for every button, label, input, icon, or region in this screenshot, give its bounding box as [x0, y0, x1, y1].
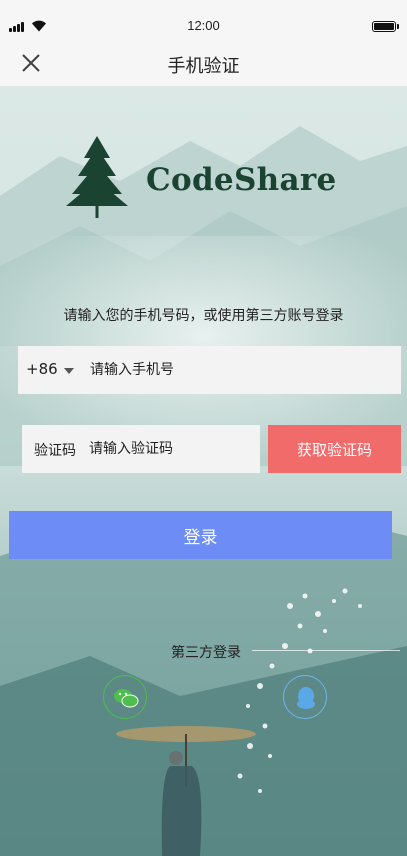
third-party-login-label: 第三方登录: [171, 645, 241, 661]
divider: [252, 650, 400, 651]
verification-code-label: 验证码: [34, 443, 76, 459]
brand-name: CodeShare: [146, 162, 337, 198]
qq-login-button[interactable]: [283, 675, 327, 719]
pine-tree-logo-icon: [66, 136, 128, 218]
get-code-button[interactable]: 获取验证码: [268, 425, 401, 473]
phone-input[interactable]: [90, 346, 390, 394]
page-title: 手机验证: [167, 56, 240, 77]
phone-field-row: +86: [18, 346, 401, 394]
wechat-login-button[interactable]: [103, 675, 147, 719]
qq-icon: [297, 687, 315, 709]
status-time: 12:00: [187, 18, 220, 33]
login-scene: CodeShare 请输入您的手机号码，或使用第三方账号登录 +86 验证码 获…: [0, 86, 407, 856]
verification-field-row: 验证码: [22, 425, 260, 473]
caret-down-icon[interactable]: [64, 368, 74, 374]
login-button[interactable]: 登录: [9, 511, 392, 559]
status-bar: 12:00: [0, 0, 407, 40]
wechat-icon: [114, 689, 139, 708]
instruction-text: 请输入您的手机号码，或使用第三方账号登录: [63, 308, 344, 324]
battery-icon: [372, 21, 399, 32]
nav-bar: 手机验证: [0, 40, 407, 86]
country-code-select[interactable]: +86: [26, 360, 58, 378]
verification-code-input[interactable]: [89, 425, 254, 473]
